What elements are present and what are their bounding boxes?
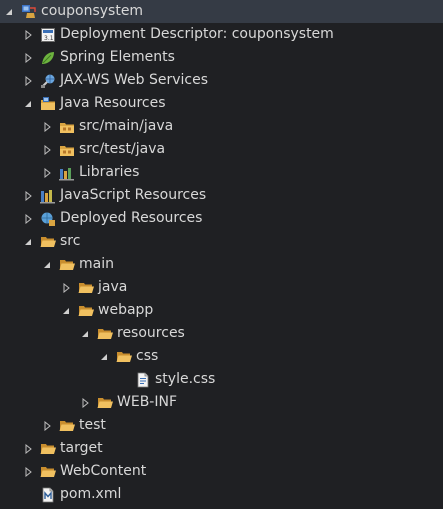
tree-item-label: resources [117,325,185,341]
tree-item-src-test-java[interactable]: src/test/java [0,138,443,161]
collapsed-arrow-icon[interactable] [41,138,53,161]
collapsed-arrow-icon[interactable] [22,69,34,92]
no-arrow-spacer [22,483,34,506]
collapsed-arrow-icon[interactable] [79,391,91,414]
folder-icon [59,257,75,273]
tree-item-webapp[interactable]: webapp [0,299,443,322]
tree-item-label: src/test/java [79,141,166,157]
tree-item-libraries[interactable]: Libraries [0,161,443,184]
tree-item-label: Deployed Resources [60,210,203,226]
collapsed-arrow-icon[interactable] [41,414,53,437]
tree-item-resources[interactable]: resources [0,322,443,345]
tree-item-label: JavaScript Resources [60,187,207,203]
folder-icon [40,234,56,250]
tree-item-style-css[interactable]: style.css [0,368,443,391]
tree-item-label: java [98,279,128,295]
folder-icon [116,349,132,365]
tree-item-javascript-resources[interactable]: JavaScript Resources [0,184,443,207]
collapsed-arrow-icon[interactable] [41,115,53,138]
expanded-arrow-icon[interactable] [79,322,91,345]
tree-item-label: css [136,348,159,364]
tree-item-label: WebContent [60,463,147,479]
tree-item-jax-ws-web-services[interactable]: JAX-WS Web Services [0,69,443,92]
tree-item-java[interactable]: java [0,276,443,299]
spring-leaf-icon [40,50,56,66]
tree-item-label: webapp [98,302,154,318]
java-resources-icon [40,96,56,112]
collapsed-arrow-icon[interactable] [22,437,34,460]
svg-text:3.1: 3.1 [44,35,54,42]
tree-item-label: Deployment Descriptor: couponsystem [60,26,334,42]
folder-icon [78,303,94,319]
tree-item-label: Java Resources [60,95,166,111]
folder-icon [78,280,94,296]
tree-item-label: couponsystem [41,3,144,19]
collapsed-arrow-icon[interactable] [60,276,72,299]
tree-item-main[interactable]: main [0,253,443,276]
folder-icon [40,441,56,457]
tree-item-spring-elements[interactable]: Spring Elements [0,46,443,69]
tree-item-src[interactable]: src [0,230,443,253]
file-icon [135,372,151,388]
collapsed-arrow-icon[interactable] [41,161,53,184]
deployment-descriptor-icon: 3.1 [40,27,56,43]
folder-icon [97,395,113,411]
maven-file-icon [40,487,56,503]
tree-item-label: src [60,233,81,249]
project-icon [21,4,37,20]
tree-item-label: JAX-WS Web Services [60,72,209,88]
web-services-icon [40,73,56,89]
collapsed-arrow-icon[interactable] [22,460,34,483]
tree-item-deployment-descriptor[interactable]: 3.1 Deployment Descriptor: couponsystem [0,23,443,46]
tree-item-webcontent[interactable]: WebContent [0,460,443,483]
expanded-arrow-icon[interactable] [41,253,53,276]
tree-item-css[interactable]: css [0,345,443,368]
collapsed-arrow-icon[interactable] [22,207,34,230]
tree-item-test[interactable]: test [0,414,443,437]
collapsed-arrow-icon[interactable] [22,23,34,46]
tree-item-label: Libraries [79,164,140,180]
deployed-resources-icon [40,211,56,227]
expanded-arrow-icon[interactable] [98,345,110,368]
libraries-icon [59,165,75,181]
collapsed-arrow-icon[interactable] [22,46,34,69]
tree-item-label: target [60,440,103,456]
expanded-arrow-icon[interactable] [60,299,72,322]
tree-item-label: WEB-INF [117,394,177,410]
expanded-arrow-icon[interactable] [3,0,15,23]
folder-icon [97,326,113,342]
tree-item-label: src/main/java [79,118,174,134]
source-folder-icon [59,142,75,158]
tree-item-label: test [79,417,106,433]
tree-item-java-resources[interactable]: Java Resources [0,92,443,115]
folder-icon [59,418,75,434]
tree-item-web-inf[interactable]: WEB-INF [0,391,443,414]
project-explorer-tree: couponsystem 3.1 Deployment Descriptor: … [0,0,443,509]
tree-item-label: Spring Elements [60,49,175,65]
tree-item-label: style.css [155,371,216,387]
tree-item-label: pom.xml [60,486,122,502]
source-folder-icon [59,119,75,135]
tree-item-label: main [79,256,114,272]
no-arrow-spacer [117,368,129,391]
tree-item-couponsystem[interactable]: couponsystem [0,0,443,23]
javascript-resources-icon [40,188,56,204]
expanded-arrow-icon[interactable] [22,92,34,115]
tree-item-src-main-java[interactable]: src/main/java [0,115,443,138]
expanded-arrow-icon[interactable] [22,230,34,253]
collapsed-arrow-icon[interactable] [22,184,34,207]
tree-item-deployed-resources[interactable]: Deployed Resources [0,207,443,230]
tree-item-pom-xml[interactable]: pom.xml [0,483,443,506]
tree-item-target[interactable]: target [0,437,443,460]
folder-icon [40,464,56,480]
